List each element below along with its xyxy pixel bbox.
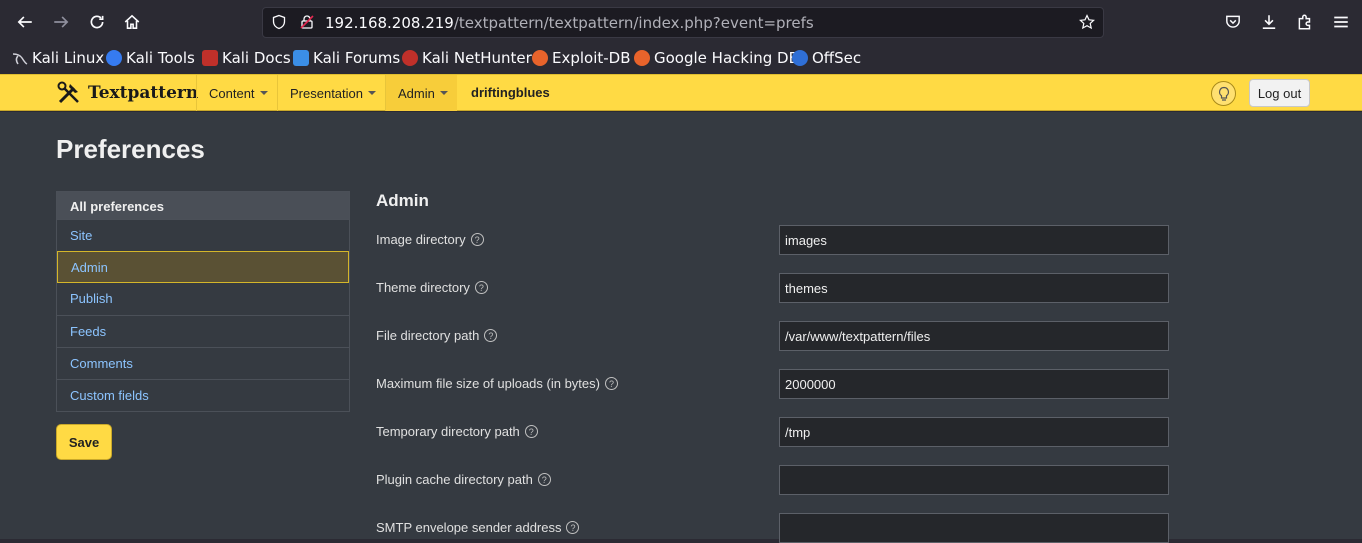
- ghdb-icon: [634, 50, 650, 66]
- menu-button[interactable]: [1327, 8, 1355, 36]
- pref-label: Plugin cache directory path?: [376, 472, 551, 487]
- file-directory-path-input[interactable]: [779, 321, 1169, 351]
- pref-tab-comments[interactable]: Comments: [57, 347, 349, 379]
- preferences-nav: All preferences Site Admin Publish Feeds…: [56, 191, 350, 412]
- pref-tab-custom-fields[interactable]: Custom fields: [57, 379, 349, 411]
- pref-label: Maximum file size of uploads (in bytes)?: [376, 376, 618, 391]
- pref-row-max-upload-size: Maximum file size of uploads (in bytes)?: [376, 369, 1176, 399]
- save-button[interactable]: Save: [56, 424, 112, 460]
- caret-down-icon: [439, 91, 448, 95]
- main-content: Preferences All preferences Site Admin P…: [0, 112, 1362, 543]
- bookmark-kali-forums[interactable]: Kali Forums: [293, 48, 400, 68]
- nav-heading-all-preferences[interactable]: All preferences: [57, 192, 349, 219]
- bookmark-kali-docs[interactable]: Kali Docs: [202, 48, 291, 68]
- page-title: Preferences: [56, 134, 205, 164]
- bookmark-google-hacking-db[interactable]: Google Hacking DB: [634, 48, 799, 68]
- pref-row-theme-directory: Theme directory?: [376, 273, 1176, 303]
- pref-label: File directory path?: [376, 328, 498, 343]
- help-icon[interactable]: ?: [537, 473, 551, 486]
- bookmark-kali-tools[interactable]: Kali Tools: [106, 48, 195, 68]
- offsec-icon: [792, 50, 808, 66]
- bookmark-kali-linux[interactable]: Kali Linux: [12, 48, 104, 68]
- pref-label: Theme directory?: [376, 280, 488, 295]
- forward-arrow-icon: [54, 16, 69, 28]
- pref-row-image-directory: Image directory?: [376, 225, 1176, 255]
- help-icon[interactable]: ?: [566, 521, 580, 534]
- pref-row-plugin-cache-path: Plugin cache directory path?: [376, 465, 1176, 495]
- max-upload-size-input[interactable]: [779, 369, 1169, 399]
- help-icon[interactable]: ?: [474, 281, 488, 294]
- theme-directory-input[interactable]: [779, 273, 1169, 303]
- pref-label: SMTP envelope sender address?: [376, 520, 580, 535]
- kali-tools-icon: [106, 50, 122, 66]
- forward-button[interactable]: [47, 8, 75, 36]
- kali-docs-icon: [202, 50, 218, 66]
- kali-forums-icon: [293, 50, 309, 66]
- bookmark-kali-nethunter[interactable]: Kali NetHunter: [402, 48, 532, 68]
- lightbulb-button[interactable]: [1211, 81, 1236, 106]
- url-text[interactable]: 192.168.208.219/textpattern/textpattern/…: [325, 14, 814, 32]
- download-icon: [1262, 15, 1276, 29]
- bookmark-star-icon[interactable]: [1079, 14, 1095, 35]
- help-icon[interactable]: ?: [604, 377, 618, 390]
- nethunter-icon: [402, 50, 418, 66]
- logout-button[interactable]: Log out: [1249, 79, 1310, 107]
- shield-icon[interactable]: [271, 14, 287, 35]
- back-button[interactable]: [11, 8, 39, 36]
- nav-presentation[interactable]: Presentation: [277, 75, 388, 111]
- bookmark-offsec[interactable]: OffSec: [792, 48, 861, 68]
- logo-text: Textpattern: [88, 83, 199, 103]
- pref-row-file-directory-path: File directory path?: [376, 321, 1176, 351]
- pref-tab-admin[interactable]: Admin: [57, 251, 349, 283]
- plugin-cache-path-input[interactable]: [779, 465, 1169, 495]
- pref-row-temp-directory-path: Temporary directory path?: [376, 417, 1176, 447]
- hammer-wrench-icon: [57, 81, 79, 104]
- reload-icon: [90, 15, 104, 29]
- pref-tab-site[interactable]: Site: [57, 219, 349, 251]
- pref-tab-publish[interactable]: Publish: [57, 283, 349, 315]
- help-icon[interactable]: ?: [524, 425, 538, 438]
- home-button[interactable]: [118, 8, 146, 36]
- section-title: Admin: [376, 191, 429, 210]
- insecure-lock-icon[interactable]: [299, 14, 315, 35]
- temp-directory-path-input[interactable]: [779, 417, 1169, 447]
- pocket-icon: [1226, 15, 1240, 28]
- url-path: /textpattern/textpattern/index.php?event…: [453, 14, 814, 32]
- pref-tab-feeds[interactable]: Feeds: [57, 315, 349, 347]
- textpattern-logo[interactable]: Textpattern: [56, 80, 198, 106]
- address-bar[interactable]: 192.168.208.219/textpattern/textpattern/…: [262, 7, 1104, 38]
- downloads-button[interactable]: [1255, 8, 1283, 36]
- pocket-button[interactable]: [1219, 8, 1247, 36]
- browser-toolbar: 192.168.208.219/textpattern/textpattern/…: [0, 0, 1362, 44]
- reload-button[interactable]: [83, 8, 111, 36]
- nav-content[interactable]: Content: [196, 75, 280, 111]
- app-header: Textpattern Content Presentation Admin d…: [0, 74, 1362, 111]
- help-icon[interactable]: ?: [484, 329, 498, 342]
- hamburger-icon: [1334, 16, 1348, 28]
- url-host: 192.168.208.219: [325, 14, 454, 32]
- pref-label: Image directory?: [376, 232, 484, 247]
- home-icon: [124, 14, 140, 29]
- help-icon[interactable]: ?: [470, 233, 484, 246]
- site-name-link[interactable]: driftingblues: [471, 85, 550, 100]
- pref-label: Temporary directory path?: [376, 424, 538, 439]
- lightbulb-icon: [1218, 86, 1229, 101]
- caret-down-icon: [368, 91, 376, 95]
- bookmarks-bar: Kali Linux Kali Tools Kali Docs Kali For…: [0, 44, 1362, 73]
- extensions-button[interactable]: [1291, 8, 1319, 36]
- back-arrow-icon: [17, 16, 32, 28]
- caret-down-icon: [259, 91, 268, 95]
- exploit-db-icon: [532, 50, 548, 66]
- nav-admin[interactable]: Admin: [385, 75, 457, 111]
- image-directory-input[interactable]: [779, 225, 1169, 255]
- kali-dragon-icon: [12, 50, 28, 66]
- bookmark-exploit-db[interactable]: Exploit-DB: [532, 48, 631, 68]
- puzzle-icon: [1298, 14, 1311, 30]
